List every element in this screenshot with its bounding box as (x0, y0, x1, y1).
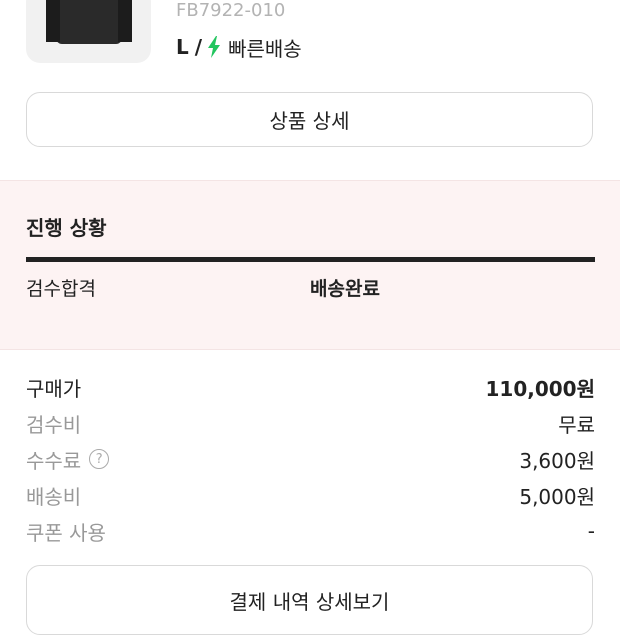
product-detail-button[interactable]: 상품 상세 (26, 92, 593, 147)
product-image (46, 0, 132, 44)
commission-label-wrap: 수수료 ? (26, 445, 110, 474)
payment-row-shipping-fee: 배송비 5,000원 (26, 479, 595, 511)
commission-value: 3,600원 (519, 448, 595, 473)
shipping-fee-label: 배송비 (26, 484, 82, 509)
product-sku: FB7922-010 (176, 0, 286, 21)
fast-shipping-label: 빠른배송 (228, 36, 302, 61)
payment-row-commission: 수수료 ? 3,600원 (26, 443, 595, 475)
inspection-fee-value: 무료 (558, 412, 595, 437)
progress-step-inspection-passed: 검수합격 (26, 278, 96, 300)
product-option: L / 빠른배송 (176, 34, 302, 61)
payment-row-purchase-price: 구매가 110,000원 (26, 371, 595, 403)
product-size: L (176, 35, 189, 59)
product-thumbnail[interactable] (26, 0, 151, 63)
progress-section (0, 180, 620, 350)
option-separator: / (194, 35, 203, 59)
shipping-fee-value: 5,000원 (519, 484, 595, 509)
payment-row-inspection-fee: 검수비 무료 (26, 407, 595, 439)
progress-title: 진행 상황 (26, 216, 107, 240)
payment-row-coupon: 쿠폰 사용 - (26, 515, 595, 547)
payment-detail-button[interactable]: 결제 내역 상세보기 (26, 565, 593, 635)
coupon-value: - (587, 519, 595, 543)
purchase-price-label: 구매가 (26, 376, 82, 401)
progress-step-delivered: 배송완료 (310, 278, 380, 300)
purchase-price-value: 110,000원 (485, 376, 596, 401)
coupon-label: 쿠폰 사용 (26, 520, 106, 545)
lightning-bolt-icon (208, 36, 221, 58)
commission-label: 수수료 (26, 448, 82, 473)
question-circle-icon[interactable]: ? (89, 449, 110, 469)
progress-bar (26, 257, 595, 262)
inspection-fee-label: 검수비 (26, 412, 82, 437)
